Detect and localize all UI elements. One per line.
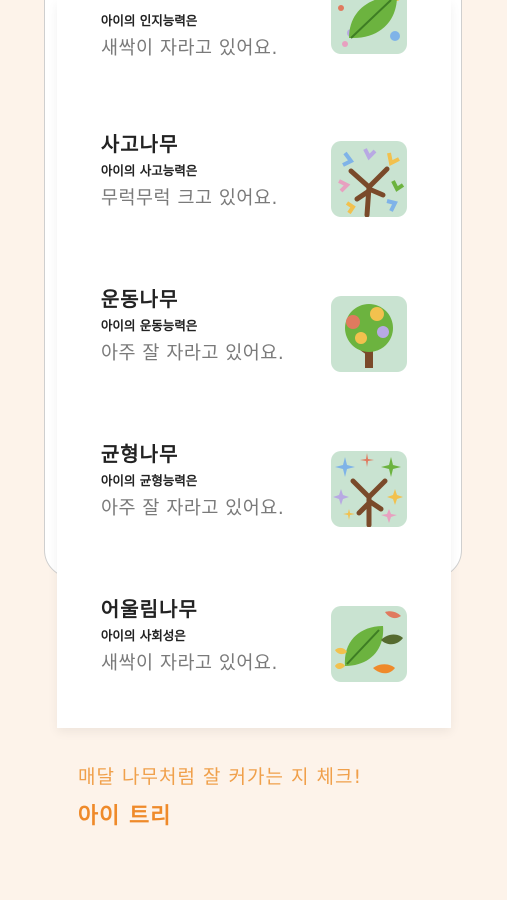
tree-item-title: 균형나무: [101, 442, 179, 466]
sparkle-tree-icon: [331, 451, 407, 527]
tree-item-subtitle: 아이의 인지능력은: [101, 13, 198, 28]
tree-item-subtitle: 아이의 균형능력은: [101, 473, 198, 488]
brand-name: 아이 트리: [78, 804, 172, 829]
tree-list-card: 아이의 인지능력은 새싹이 자라고 있어요. 사고나무 아이의 사고능력은 무럭…: [57, 0, 451, 728]
tree-item-status: 아주 잘 자라고 있어요.: [101, 498, 285, 519]
round-tree-icon: [331, 296, 407, 372]
tree-item-subtitle: 아이의 사회성은: [101, 628, 186, 643]
tree-item-subtitle: 아이의 사고능력은: [101, 163, 198, 178]
branch-tree-icon: [331, 141, 407, 217]
tree-item-title: 사고나무: [101, 132, 179, 156]
tree-item-status: 무럭무럭 크고 있어요.: [101, 188, 278, 209]
tree-item-status: 새싹이 자라고 있어요.: [101, 653, 278, 674]
tree-item-cognitive[interactable]: 아이의 인지능력은 새싹이 자라고 있어요.: [101, 0, 421, 108]
leaf-dots-icon: [331, 0, 407, 54]
tree-item-subtitle: 아이의 운동능력은: [101, 318, 198, 333]
tree-item-status: 새싹이 자라고 있어요.: [101, 38, 278, 59]
tree-item-social[interactable]: 어울림나무 아이의 사회성은 새싹이 자라고 있어요.: [101, 593, 421, 723]
tree-item-balance[interactable]: 균형나무 아이의 균형능력은 아주 잘 자라고 있어요.: [101, 438, 421, 568]
tree-item-title: 어울림나무: [101, 597, 198, 621]
tree-item-title: 운동나무: [101, 287, 179, 311]
footer-tagline: 매달 나무처럼 잘 커가는 지 체크!: [78, 766, 363, 788]
tree-item-thinking[interactable]: 사고나무 아이의 사고능력은 무럭무럭 크고 있어요.: [101, 128, 421, 258]
tree-item-motor[interactable]: 운동나무 아이의 운동능력은 아주 잘 자라고 있어요.: [101, 283, 421, 413]
tree-item-status: 아주 잘 자라고 있어요.: [101, 343, 285, 364]
leaves-icon: [331, 606, 407, 682]
